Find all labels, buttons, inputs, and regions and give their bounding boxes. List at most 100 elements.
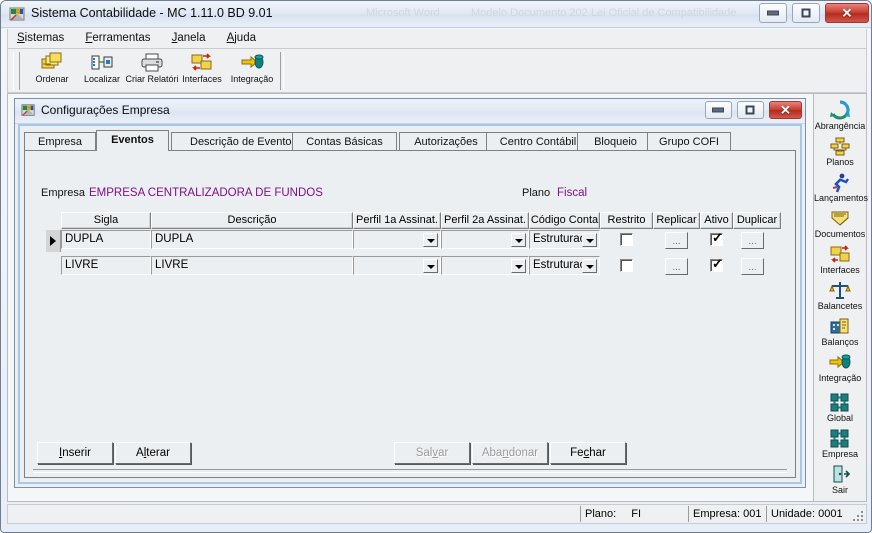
grid-cell-duplicar-button[interactable]: ... — [741, 258, 764, 275]
grid-cell-codigo-conta[interactable]: Estruturac — [529, 230, 600, 249]
grid-row-marker[interactable] — [46, 230, 61, 252]
grid-header-codigo-conta[interactable]: Código Conta — [529, 212, 600, 229]
fechar-button[interactable]: Fechar — [550, 442, 626, 464]
grid-cell-ativo-checkbox[interactable]: ✓ — [710, 231, 723, 246]
grid-header-perfil-1a[interactable]: Perfil 1a Assinat. — [353, 212, 441, 229]
menu-item-sistemas[interactable]: Sistemas — [8, 29, 73, 46]
grid-cell-descricao[interactable]: LIVRE — [151, 256, 353, 275]
grid-row-marker[interactable] — [46, 256, 61, 278]
inserir-button-label: nserir — [62, 447, 91, 459]
child-close-button[interactable]: ✕ — [769, 101, 802, 119]
plano-value: Fiscal — [557, 187, 588, 199]
grid-cell-perfil-1a[interactable] — [353, 230, 441, 249]
tab-contas-basicas[interactable]: Contas Básicas — [292, 132, 397, 151]
grid-header-perfil-2a[interactable]: Perfil 2a Assinat. — [441, 212, 529, 229]
toolbar-grip[interactable] — [13, 52, 20, 90]
status-panel-unidade: Unidade: 0001 — [766, 506, 856, 522]
inserir-button[interactable]: Inserir — [37, 442, 113, 464]
app-icon — [9, 6, 26, 23]
sidebar-item-sair[interactable]: Sair — [814, 464, 866, 495]
sidebar-item-global[interactable]: Global — [814, 392, 866, 423]
toolbar-separator — [280, 52, 284, 90]
sidebar-item-global-label: Global — [826, 413, 853, 423]
tab-bloqueio[interactable]: Bloqueio — [577, 132, 654, 151]
menu-item-ferramentas[interactable]: Ferramentas — [76, 29, 159, 46]
sort-icon — [24, 52, 80, 74]
grid-header-ativo[interactable]: Ativo — [700, 212, 733, 229]
toolbar-button-interfaces[interactable]: Interfaces — [174, 51, 230, 91]
fechar-button-label: har — [589, 447, 606, 459]
chevron-down-icon[interactable] — [582, 259, 597, 273]
balancetes-icon — [814, 280, 866, 301]
sidebar-item-abrangencia[interactable]: Abrangência — [814, 100, 866, 131]
empresa-value: EMPRESA CENTRALIZADORA DE FUNDOS — [89, 187, 323, 199]
maximize-button[interactable] — [791, 3, 820, 23]
tab-centro-contabil[interactable]: Centro Contábil — [486, 132, 590, 151]
grid-cell-perfil-2a[interactable] — [441, 256, 529, 275]
child-window-controls: ✕ — [703, 101, 802, 119]
sidebar-item-documentos[interactable]: Documentos — [814, 208, 866, 239]
grid-header-sigla[interactable]: Sigla — [61, 212, 151, 229]
grid-cell-restrito-checkbox[interactable] — [620, 233, 633, 246]
toolbar-button-integracao[interactable]: Integração — [224, 51, 280, 91]
toolbar-button-criar-relatorio[interactable]: Criar Relatóri — [124, 51, 180, 91]
grid-cell-codigo-conta[interactable]: Estruturac — [529, 256, 600, 275]
sidebar-item-balancos[interactable]: Balanços — [814, 316, 866, 347]
chevron-down-icon[interactable] — [582, 233, 597, 247]
resize-grip[interactable] — [850, 508, 863, 521]
chevron-down-icon[interactable] — [511, 259, 526, 273]
grid-header-descricao[interactable]: Descrição — [151, 212, 353, 229]
grid-cell-perfil-1a[interactable] — [353, 256, 441, 275]
interfaces-icon — [814, 244, 866, 265]
grid-cell-replicar-button[interactable]: ... — [665, 258, 688, 275]
tab-empresa[interactable]: Empresa — [24, 132, 96, 151]
chevron-down-icon[interactable] — [511, 233, 526, 247]
chevron-down-icon[interactable] — [423, 259, 438, 273]
child-window-body: Empresa Eventos Descrição de Eventos Con… — [18, 124, 802, 484]
close-button[interactable]: ✕ — [825, 3, 869, 23]
main-titlebar: Sistema Contabilidade - MC 1.11.0 BD 9.0… — [1, 1, 871, 28]
grid-header-replicar[interactable]: Replicar — [653, 212, 700, 229]
grid-cell-sigla[interactable]: LIVRE — [61, 256, 151, 275]
tab-eventos[interactable]: Eventos — [96, 130, 169, 151]
grid-cell-descricao[interactable]: DUPLA — [151, 230, 353, 249]
child-minimize-button[interactable] — [704, 101, 732, 119]
alterar-button[interactable]: Alterar — [115, 442, 191, 464]
grid-header-duplicar[interactable]: Duplicar — [733, 212, 781, 229]
interfaces-icon — [174, 52, 230, 74]
grid-cell-restrito-checkbox[interactable] — [620, 259, 633, 272]
toolbar-button-localizar[interactable]: Localizar — [74, 51, 130, 91]
grid-header-restrito[interactable]: Restrito — [600, 212, 653, 229]
grid-cell-replicar-button[interactable]: ... — [665, 232, 688, 249]
sidebar-item-empresa[interactable]: Empresa — [814, 428, 866, 459]
minimize-button[interactable] — [758, 3, 787, 23]
toolbar-button-localizar-label: Localizar — [83, 74, 121, 84]
toolbar-button-ordenar[interactable]: Ordenar — [24, 51, 80, 91]
menu-item-ajuda[interactable]: Ajuda — [218, 29, 265, 46]
child-maximize-button[interactable] — [736, 101, 764, 119]
grid-cell-perfil-2a[interactable] — [441, 230, 529, 249]
sidebar-item-lancamentos[interactable]: Lançamentos — [814, 172, 868, 203]
menu-item-ferramentas-label: erramentas — [92, 32, 151, 44]
salvar-button[interactable]: Salvar — [394, 442, 470, 464]
chevron-down-icon[interactable] — [423, 233, 438, 247]
grid-cell-ativo-checkbox[interactable]: ✓ — [710, 256, 723, 272]
grid-cell-codigo-conta-value: Estruturac — [533, 233, 586, 245]
abandonar-button[interactable]: Abandonar — [472, 442, 548, 464]
tab-grupo-cofi[interactable]: Grupo COFI — [647, 132, 731, 151]
check-icon: ✓ — [712, 256, 723, 271]
status-bar: Plano: FI Empresa: 001 Unidade: 0001 — [7, 504, 867, 524]
sidebar-item-planos[interactable]: Planos — [814, 136, 866, 167]
tab-autorizacoes[interactable]: Autorizações — [399, 132, 493, 151]
menu-item-janela[interactable]: Janela — [163, 29, 215, 46]
sidebar-item-planos-label: Planos — [826, 157, 854, 167]
sidebar-item-interfaces[interactable]: Interfaces — [814, 244, 866, 275]
sidebar-item-balancetes[interactable]: Balancetes — [814, 280, 866, 311]
grid-cell-sigla[interactable]: DUPLA — [61, 230, 151, 249]
main-window-controls: ✕ — [757, 3, 869, 24]
child-window-configuracoes-empresa: Configurações Empresa ✕ Empresa Eventos … — [14, 98, 806, 488]
status-plano-value: FI — [631, 508, 642, 520]
integration-icon — [224, 52, 280, 74]
sidebar-item-integracao[interactable]: Integração — [814, 352, 866, 383]
grid-cell-duplicar-button[interactable]: ... — [741, 232, 764, 249]
